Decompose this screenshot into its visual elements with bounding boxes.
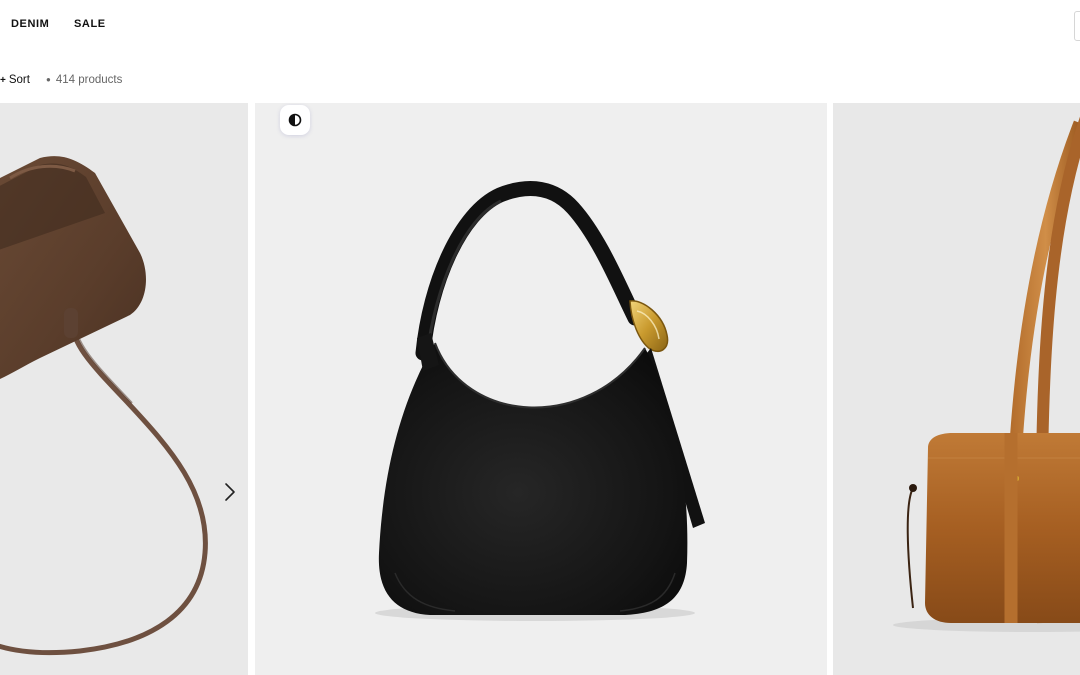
product-card[interactable] [0,103,248,675]
carousel-next-button[interactable] [220,479,240,505]
contrast-icon [288,113,302,127]
theme-toggle-button[interactable] [280,105,310,135]
page: DENIM SALE + Sort ● 414 products [0,0,1080,675]
bullet-icon: ● [46,75,51,84]
product-image [893,116,1080,632]
nav-link-denim[interactable]: DENIM [11,18,49,30]
product-card[interactable] [833,103,1080,675]
product-image [0,156,208,656]
chevron-right-icon [225,483,235,501]
plus-icon: + [0,75,6,86]
top-nav: DENIM SALE [0,0,1080,52]
nav-link-sale[interactable]: SALE [74,18,106,30]
sort-button[interactable]: + Sort [0,74,30,86]
product-card[interactable] [255,103,827,675]
product-count: ● 414 products [46,74,122,86]
header-control-edge[interactable] [1074,11,1080,41]
product-image [375,181,705,621]
product-count-label: 414 products [55,74,123,86]
filter-bar: + Sort ● 414 products [0,70,600,92]
sort-label: Sort [8,74,30,86]
